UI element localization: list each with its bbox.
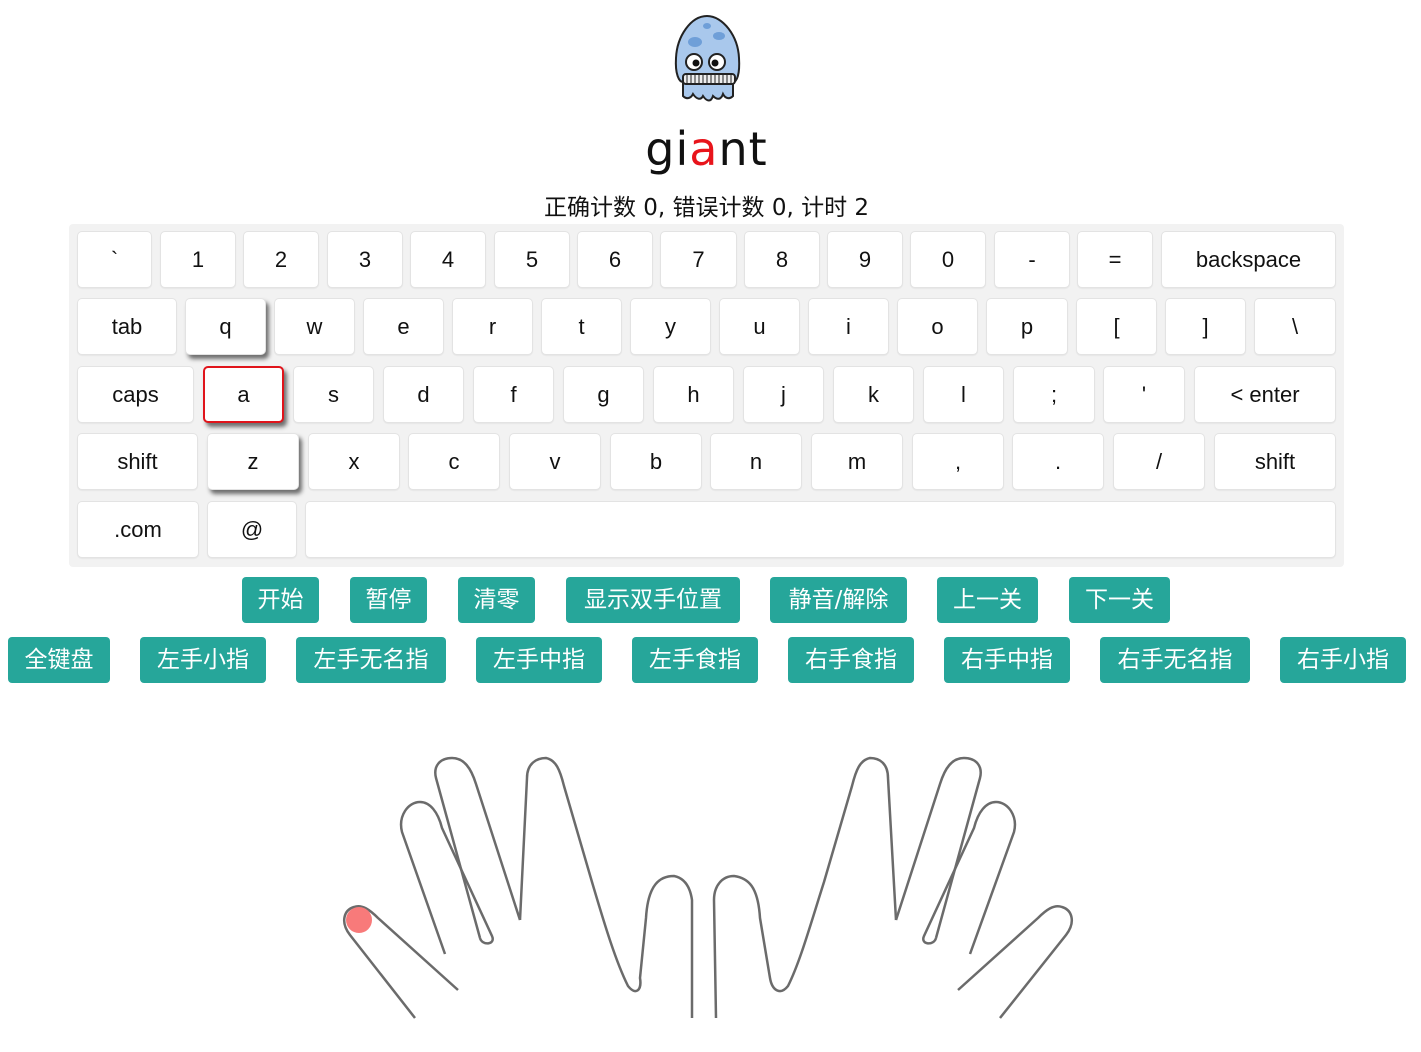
key-shift-left[interactable]: shift: [77, 433, 198, 490]
current-letter: a: [689, 122, 719, 176]
virtual-keyboard: ` 1 2 3 4 5 6 7 8 9 0- = backspace tab q w e r t y u i o p[] \ ca…: [69, 224, 1344, 567]
key-3[interactable]: 3: [327, 231, 403, 288]
right-middle-button[interactable]: 右手中指: [944, 637, 1070, 683]
key-8[interactable]: 8: [744, 231, 820, 288]
key-g[interactable]: g: [563, 366, 644, 423]
remaining-letters: nt: [718, 122, 768, 176]
key-left-bracket[interactable]: [: [1076, 298, 1157, 355]
previous-level-button[interactable]: 上一关: [937, 577, 1038, 623]
key-4[interactable]: 4: [410, 231, 486, 288]
all-keys-button[interactable]: 全键盘: [8, 637, 110, 683]
score-timer-status: 正确计数 0, 错误计数 0, 计时 2: [543, 195, 870, 221]
key-caps[interactable]: caps: [77, 366, 194, 423]
right-pinky-finger: [957, 905, 1074, 1019]
key-q[interactable]: q: [185, 298, 266, 355]
key-m[interactable]: m: [811, 433, 903, 490]
left-middle-button[interactable]: 左手中指: [476, 637, 602, 683]
key-x[interactable]: x: [308, 433, 400, 490]
key-t[interactable]: t: [541, 298, 622, 355]
key-j[interactable]: j: [743, 366, 824, 423]
mute-button[interactable]: 静音/解除: [770, 577, 907, 623]
key-period[interactable]: .: [1012, 433, 1104, 490]
key-7[interactable]: 7: [660, 231, 737, 288]
key-u[interactable]: u: [719, 298, 800, 355]
key-dotcom[interactable]: .com: [77, 501, 199, 558]
key-s[interactable]: s: [293, 366, 374, 423]
left-pinky-button[interactable]: 左手小指: [140, 637, 266, 683]
key-v[interactable]: v: [509, 433, 601, 490]
key-backtick[interactable]: `: [77, 231, 152, 288]
key-quote[interactable]: ': [1103, 366, 1185, 423]
key-minus[interactable]: -: [994, 231, 1070, 288]
key-z[interactable]: z: [207, 433, 299, 490]
left-middle-finger: [434, 756, 522, 939]
key-enter[interactable]: < enter: [1194, 366, 1336, 423]
key-comma[interactable]: ,: [912, 433, 1004, 490]
key-semicolon[interactable]: ;: [1013, 366, 1095, 423]
key-a[interactable]: a: [203, 366, 284, 423]
key-space[interactable]: [305, 501, 1336, 558]
key-at[interactable]: @: [207, 501, 297, 558]
key-e[interactable]: e: [363, 298, 444, 355]
right-index-button[interactable]: 右手食指: [788, 637, 914, 683]
fingertip-indicator: [346, 907, 372, 933]
key-d[interactable]: d: [383, 366, 464, 423]
key-shift-right[interactable]: shift: [1214, 433, 1336, 490]
left-index-button[interactable]: 左手食指: [632, 637, 758, 683]
key-n[interactable]: n: [710, 433, 802, 490]
reset-button[interactable]: 清零: [458, 577, 535, 623]
key-0[interactable]: 0: [910, 231, 986, 288]
key-2[interactable]: 2: [243, 231, 319, 288]
show-hands-button[interactable]: 显示双手位置: [566, 577, 740, 623]
start-button[interactable]: 开始: [242, 577, 319, 623]
key-b[interactable]: b: [610, 433, 702, 490]
key-k[interactable]: k: [833, 366, 914, 423]
squid-mascot-icon: [667, 12, 747, 104]
hands-illustration: [342, 756, 1074, 1019]
key-1[interactable]: 1: [160, 231, 236, 288]
pause-button[interactable]: 暂停: [350, 577, 427, 623]
key-f[interactable]: f: [473, 366, 554, 423]
key-backspace[interactable]: backspace: [1161, 231, 1336, 288]
right-index-finger: [712, 756, 898, 1019]
target-word: giant: [0, 118, 1413, 180]
right-pinky-button[interactable]: 右手小指: [1280, 637, 1406, 683]
key-equals[interactable]: =: [1077, 231, 1153, 288]
key-p[interactable]: p: [986, 298, 1068, 355]
right-ring-button[interactable]: 右手无名指: [1100, 637, 1250, 683]
next-level-button[interactable]: 下一关: [1069, 577, 1170, 623]
key-slash[interactable]: /: [1113, 433, 1205, 490]
left-ring-button[interactable]: 左手无名指: [296, 637, 446, 683]
right-middle-finger: [894, 756, 982, 939]
key-c[interactable]: c: [408, 433, 500, 490]
key-r[interactable]: r: [452, 298, 533, 355]
key-6[interactable]: 6: [577, 231, 653, 288]
typed-letters: gi: [645, 122, 690, 176]
key-backslash[interactable]: \: [1254, 298, 1336, 355]
key-9[interactable]: 9: [827, 231, 903, 288]
key-h[interactable]: h: [653, 366, 734, 423]
key-5[interactable]: 5: [494, 231, 570, 288]
key-i[interactable]: i: [808, 298, 889, 355]
key-o[interactable]: o: [897, 298, 978, 355]
left-index-finger: [518, 756, 694, 1018]
key-w[interactable]: w: [274, 298, 355, 355]
key-y[interactable]: y: [630, 298, 711, 355]
key-right-bracket[interactable]: ]: [1165, 298, 1246, 355]
key-tab[interactable]: tab: [77, 298, 177, 355]
key-l[interactable]: l: [923, 366, 1004, 423]
